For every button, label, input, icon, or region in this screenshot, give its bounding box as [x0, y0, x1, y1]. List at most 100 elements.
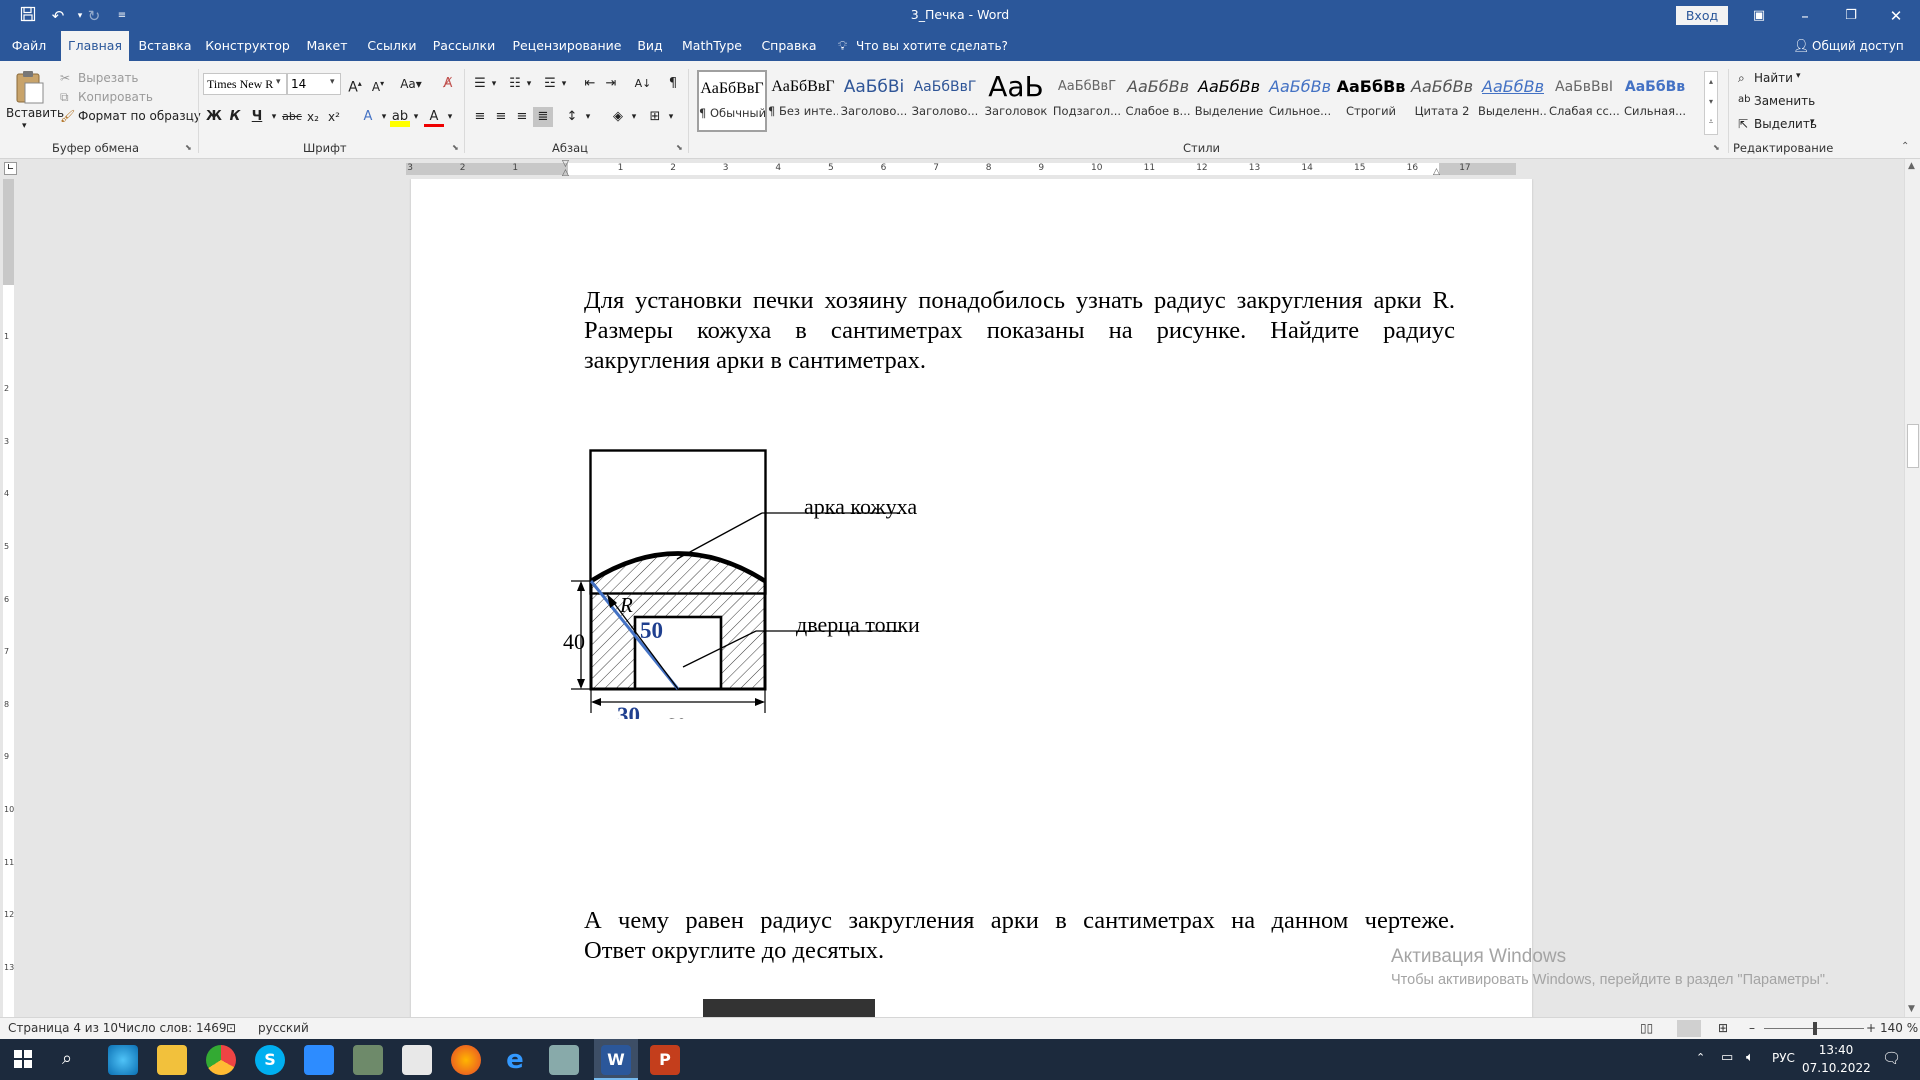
paste-icon[interactable] [12, 69, 46, 105]
style-subtitle[interactable]: АаБбВвГ Подзагол... [1052, 70, 1122, 132]
tab-review[interactable]: Рецензирование [512, 31, 622, 61]
font-launcher-icon[interactable]: ⬊ [452, 143, 459, 152]
volume-icon[interactable]: 🔈︎ [1746, 1050, 1754, 1065]
style-intense-quote[interactable]: АаБбВв Выделенн... [1478, 70, 1548, 132]
skype-icon[interactable]: S [255, 1045, 285, 1075]
superscript-button[interactable]: x² [324, 107, 344, 127]
powerpoint-icon[interactable]: P [650, 1045, 680, 1075]
align-right-icon[interactable]: ≡ [512, 107, 532, 127]
internet-explorer-icon[interactable]: e [500, 1045, 530, 1075]
styles-scroll[interactable]: ▴ ▾ ⩡ [1704, 71, 1718, 135]
paragraph-launcher-icon[interactable]: ⬊ [676, 143, 683, 152]
style-quote2[interactable]: АаБбВв Цитата 2 [1407, 70, 1477, 132]
style-heading1[interactable]: АаБбВі Заголово... [839, 70, 909, 132]
copy-button[interactable]: Копировать [78, 90, 153, 104]
style-title[interactable]: АаЬ Заголовок [981, 70, 1051, 132]
clock-date[interactable]: 07.10.2022 [1802, 1061, 1871, 1075]
windows-start-icon[interactable] [14, 1050, 32, 1072]
taskbar-search-icon[interactable]: ⌕ [62, 1048, 72, 1069]
style-intense-reference[interactable]: АаБбВв Сильная... [1620, 70, 1690, 132]
style-heading2[interactable]: АаБбВвГ Заголово... [910, 70, 980, 132]
hanging-indent-marker[interactable]: △ [562, 168, 569, 178]
font-name-dropdown-icon[interactable]: ▾ [276, 77, 281, 87]
tell-me-box[interactable]: Что вы хотите сделать? [856, 39, 1008, 53]
network-icon[interactable]: ▭ [1721, 1050, 1733, 1065]
zoom-app-icon[interactable] [304, 1045, 334, 1075]
style-normal[interactable]: АаБбВвГ ¶ Обычный [697, 70, 767, 132]
undo-icon[interactable]: ↶ [48, 6, 68, 26]
tab-help[interactable]: Справка [757, 31, 821, 61]
justify-icon[interactable]: ≣ [533, 107, 553, 127]
styles-launcher-icon[interactable]: ⬊ [1713, 143, 1720, 152]
font-color-dropdown-icon[interactable]: ▾ [440, 107, 460, 127]
zoom-in-icon[interactable]: + [1866, 1021, 1876, 1035]
highlight-dropdown-icon[interactable]: ▾ [406, 107, 426, 127]
minimize-icon[interactable]: – [1795, 6, 1815, 26]
tab-file[interactable]: Файл [8, 31, 50, 61]
language-status[interactable]: русский [258, 1021, 309, 1035]
paste-dropdown-icon[interactable]: ▾ [22, 121, 27, 131]
share-button[interactable]: Общий доступ [1812, 39, 1904, 53]
zoom-level[interactable]: 140 % [1880, 1021, 1918, 1035]
vertical-ruler[interactable]: 1 2 3 4 5 6 7 8 9 10 11 12 13 [0, 179, 16, 1017]
subscript-button[interactable]: x₂ [303, 107, 323, 127]
align-center-icon[interactable]: ≡ [491, 107, 511, 127]
read-mode-icon[interactable]: ▯▯ [1640, 1021, 1653, 1035]
clock-time[interactable]: 13:40 [1806, 1043, 1866, 1057]
word-count[interactable]: Число слов: 1469 [118, 1021, 227, 1035]
bold-button[interactable]: Ж [204, 107, 224, 127]
shrink-font-icon[interactable]: A▾ [368, 74, 388, 94]
tab-layout[interactable]: Макет [300, 31, 354, 61]
tray-expand-icon[interactable]: ⌃ [1696, 1051, 1705, 1064]
tab-references[interactable]: Ссылки [364, 31, 420, 61]
clear-formatting-icon[interactable]: A̸ [438, 74, 458, 94]
select-dropdown-icon[interactable]: ▾ [1810, 117, 1815, 127]
style-no-spacing[interactable]: АаБбВвГ ¶ Без инте... [768, 70, 838, 132]
style-subtle-reference[interactable]: АаБвВвІ Слабая сс... [1549, 70, 1619, 132]
signin-button[interactable]: Вход [1676, 6, 1728, 25]
edge-icon[interactable] [108, 1045, 138, 1075]
style-subtle-emphasis[interactable]: АаБбВв Слабое в... [1123, 70, 1193, 132]
bullets-dropdown-icon[interactable]: ▾ [484, 74, 504, 94]
web-layout-icon[interactable]: ⊞ [1718, 1021, 1728, 1035]
tab-insert[interactable]: Вставка [135, 31, 195, 61]
network-app-icon[interactable] [549, 1045, 579, 1075]
tab-design[interactable]: Конструктор [205, 31, 290, 61]
style-strong[interactable]: АаБбВв Строгий [1336, 70, 1406, 132]
print-layout-icon[interactable] [1677, 1020, 1701, 1037]
vertical-scrollbar[interactable]: ▲ ▼ [1904, 159, 1920, 1017]
shading-dropdown-icon[interactable]: ▾ [624, 107, 644, 127]
save-icon[interactable] [18, 6, 38, 26]
tab-selector-icon[interactable]: ∟ [4, 162, 17, 175]
increase-indent-icon[interactable]: ⇥ [601, 74, 621, 94]
italic-button[interactable]: К [225, 107, 245, 127]
close-icon[interactable]: ✕ [1886, 6, 1906, 26]
show-formatting-icon[interactable]: ¶ [663, 74, 683, 94]
input-language[interactable]: РУС [1772, 1051, 1795, 1065]
right-indent-marker[interactable]: △ [1433, 167, 1440, 177]
tab-view[interactable]: Вид [632, 31, 668, 61]
style-emphasis[interactable]: АаБбВв Выделение [1194, 70, 1264, 132]
zoom-out-icon[interactable]: – [1749, 1021, 1755, 1035]
collapse-ribbon-icon[interactable]: ⌃ [1901, 141, 1909, 152]
font-size-dropdown-icon[interactable]: ▾ [330, 77, 335, 87]
scroll-down-icon[interactable]: ▼ [1908, 1004, 1915, 1014]
find-button[interactable]: Найти [1754, 71, 1793, 85]
document-page[interactable]: Для установки печки хозяину понадобилось… [411, 179, 1532, 1017]
redo-icon[interactable]: ↻ [84, 6, 104, 26]
clipboard-launcher-icon[interactable]: ⬊ [185, 143, 192, 152]
tab-mathtype[interactable]: MathType [680, 31, 744, 61]
ribbon-display-options-icon[interactable]: ▣ [1749, 6, 1769, 26]
font-name-field[interactable]: Times New R [203, 73, 287, 95]
align-left-icon[interactable]: ≡ [470, 107, 490, 127]
format-painter-button[interactable]: Формат по образцу [78, 109, 201, 123]
replace-button[interactable]: Заменить [1754, 94, 1815, 108]
tab-home[interactable]: Главная [61, 31, 129, 61]
file-explorer-icon[interactable] [157, 1045, 187, 1075]
decrease-indent-icon[interactable]: ⇤ [580, 74, 600, 94]
style-intense-emphasis[interactable]: АаБбВв Сильное... [1265, 70, 1335, 132]
scrollbar-thumb[interactable] [1907, 424, 1919, 468]
scroll-up-icon[interactable]: ▲ [1908, 161, 1915, 171]
word-icon[interactable]: W [601, 1045, 631, 1075]
borders-dropdown-icon[interactable]: ▾ [661, 107, 681, 127]
